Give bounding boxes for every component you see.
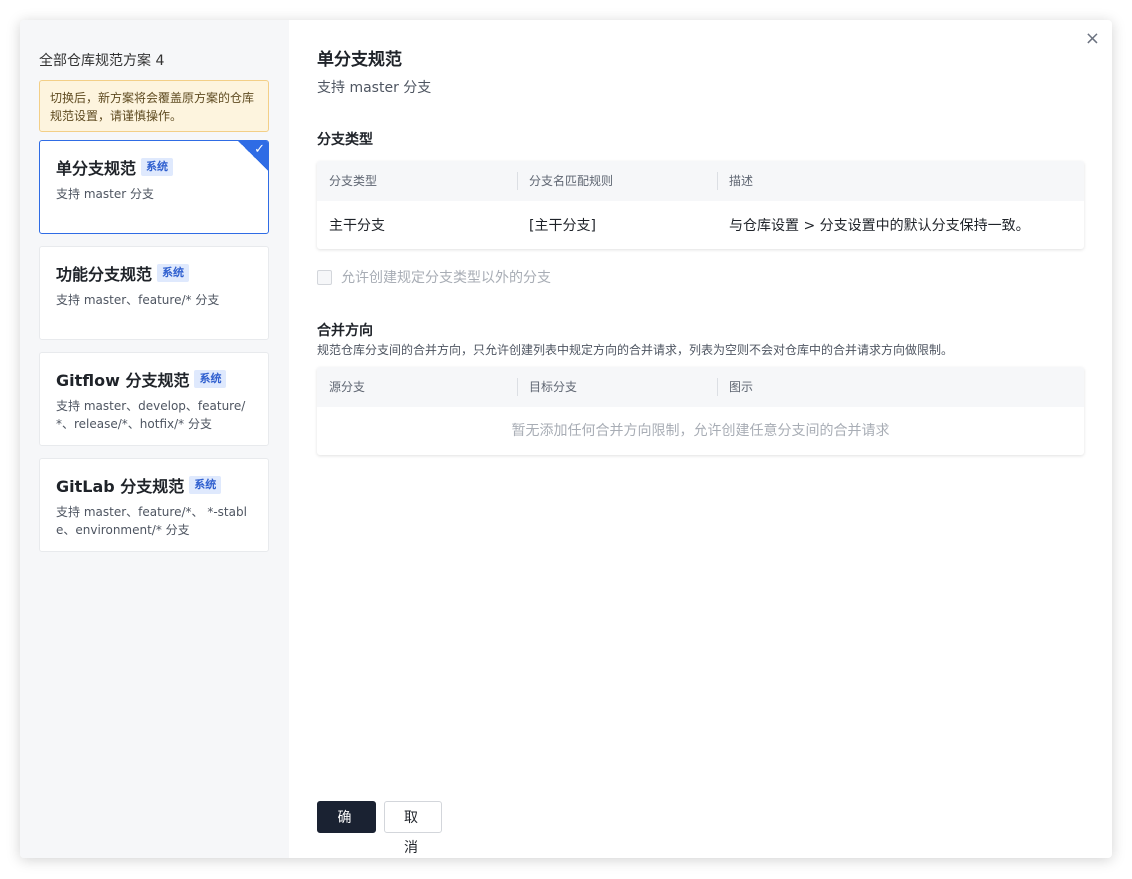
merge-direction-heading: 合并方向: [317, 323, 373, 339]
detail-subtitle: 支持 master 分支: [317, 80, 432, 96]
warning-notice: 切换后，新方案将会覆盖原方案的仓库规范设置，请谨慎操作。: [39, 80, 269, 132]
scheme-desc: 支持 master、develop、feature/*、release/*、ho…: [56, 399, 246, 431]
scheme-card-gitflow[interactable]: Gitflow 分支规范 系统 支持 master、develop、featur…: [39, 352, 269, 446]
scheme-desc: 支持 master、feature/* 分支: [56, 293, 220, 307]
scheme-title: 功能分支规范: [56, 265, 153, 284]
allow-other-checkbox[interactable]: [317, 269, 332, 285]
confirm-button[interactable]: 确认: [317, 801, 376, 855]
allow-other-label: 允许创建规定分支类型以外的分支: [341, 270, 551, 286]
branch-type-table: 分支类型 分支名匹配规则 描述 主干分支 [主干分支] 与仓库设置 > 分支设置…: [317, 161, 1084, 249]
scheme-sidebar: 全部仓库规范方案 4 切换后，新方案将会覆盖原方案的仓库规范设置，请谨慎操作。 …: [20, 20, 289, 858]
system-tag: 系统: [141, 158, 174, 176]
scheme-detail: × 单分支规范 支持 master 分支 分支类型 分支类型 分支名匹配规则 描…: [289, 20, 1112, 858]
detail-title: 单分支规范: [317, 50, 402, 70]
column-header: 源分支: [329, 380, 366, 394]
merge-direction-desc: 规范仓库分支间的合并方向，只允许创建列表中规定方向的合并请求，列表为空则不会对仓…: [317, 343, 954, 357]
sidebar-title: 全部仓库规范方案 4: [39, 53, 165, 69]
check-icon: ✓: [254, 142, 265, 157]
column-header: 分支名匹配规则: [517, 161, 717, 201]
scheme-desc: 支持 master、feature/*、 *-stable、environmen…: [56, 505, 247, 537]
scheme-title: 单分支规范: [56, 159, 137, 178]
close-icon[interactable]: ×: [1085, 28, 1100, 49]
cancel-button[interactable]: 取消: [384, 801, 442, 855]
match-rule-cell: [主干分支]: [529, 218, 596, 234]
scheme-card-feature[interactable]: 功能分支规范 系统 支持 master、feature/* 分支: [39, 246, 269, 340]
scheme-title: GitLab 分支规范: [56, 477, 185, 496]
table-header: 分支类型 分支名匹配规则 描述: [317, 161, 1084, 201]
allow-other-branches-option[interactable]: 允许创建规定分支类型以外的分支: [317, 267, 1084, 287]
empty-state: 暂无添加任何合并方向限制，允许创建任意分支间的合并请求: [511, 423, 890, 439]
scheme-desc: 支持 master 分支: [56, 187, 154, 201]
table-row: 主干分支 [主干分支] 与仓库设置 > 分支设置中的默认分支保持一致。: [317, 201, 1084, 249]
column-header: 图示: [717, 367, 1084, 407]
scheme-title: Gitflow 分支规范: [56, 371, 190, 390]
system-tag: 系统: [194, 370, 227, 388]
column-header: 分支类型: [329, 174, 378, 188]
modal-footer: 确认 取消: [317, 801, 442, 855]
table-header: 源分支 目标分支 图示: [317, 367, 1084, 407]
description-cell: 与仓库设置 > 分支设置中的默认分支保持一致。: [729, 218, 1030, 234]
column-header: 描述: [717, 161, 1084, 201]
scheme-card-gitlab[interactable]: GitLab 分支规范 系统 支持 master、feature/*、 *-st…: [39, 458, 269, 552]
system-tag: 系统: [189, 476, 222, 494]
scheme-modal: 全部仓库规范方案 4 切换后，新方案将会覆盖原方案的仓库规范设置，请谨慎操作。 …: [20, 20, 1112, 858]
branch-type-cell: 主干分支: [329, 218, 385, 234]
branch-type-heading: 分支类型: [317, 132, 373, 148]
scheme-card-single[interactable]: 单分支规范 系统 支持 master 分支 ✓: [39, 140, 269, 234]
system-tag: 系统: [157, 264, 190, 282]
merge-direction-table: 源分支 目标分支 图示 暂无添加任何合并方向限制，允许创建任意分支间的合并请求: [317, 367, 1084, 455]
column-header: 目标分支: [517, 367, 717, 407]
